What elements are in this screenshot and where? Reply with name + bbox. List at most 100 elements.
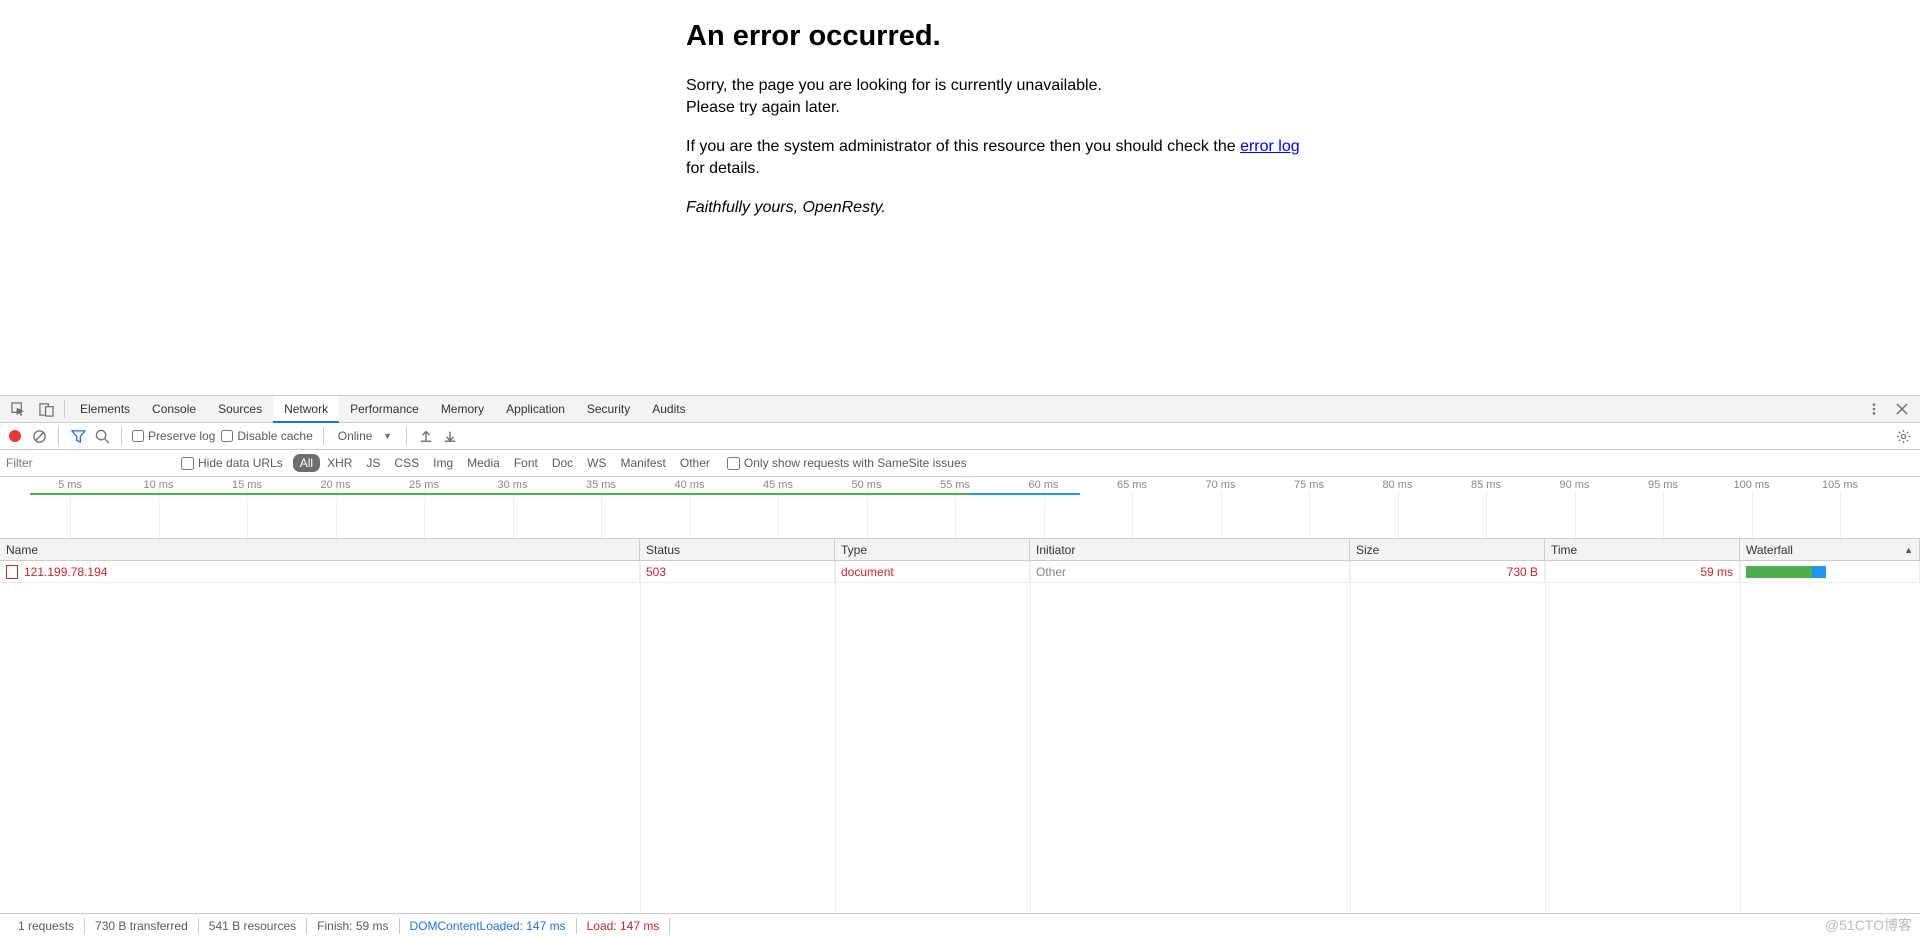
preserve-log-label: Preserve log [148, 429, 215, 443]
error-signoff: Faithfully yours, OpenResty. [686, 197, 1306, 219]
devtools-panel: ElementsConsoleSourcesNetworkPerformance… [0, 395, 1920, 937]
download-har-icon[interactable] [441, 427, 459, 445]
tab-application[interactable]: Application [495, 396, 576, 423]
status-load: Load: 147 ms [577, 918, 671, 934]
tab-memory[interactable]: Memory [430, 396, 495, 423]
col-header-name[interactable]: Name [0, 539, 640, 560]
error-paragraph-1: Sorry, the page you are looking for is c… [686, 75, 1306, 118]
filter-chip-css[interactable]: CSS [387, 454, 426, 472]
status-finish: Finish: 59 ms [307, 918, 399, 934]
status-domcontentloaded: DOMContentLoaded: 147 ms [400, 918, 577, 934]
filter-toggle-icon[interactable] [69, 427, 87, 445]
waterfall-segment-waiting [1746, 566, 1812, 578]
record-button[interactable] [6, 427, 24, 445]
timeline-tick-label: 20 ms [321, 479, 351, 491]
timeline-tick-label: 85 ms [1471, 479, 1501, 491]
error-p1-line2: Please try again later. [686, 99, 840, 116]
filter-chip-img[interactable]: Img [426, 454, 460, 472]
separator [121, 427, 122, 445]
col-header-time[interactable]: Time [1545, 539, 1740, 560]
search-icon[interactable] [93, 427, 111, 445]
disable-cache-input[interactable] [221, 430, 233, 442]
timeline-tick-label: 105 ms [1822, 479, 1858, 491]
timeline-tick-label: 35 ms [586, 479, 616, 491]
cell-initiator: Other [1030, 561, 1350, 582]
tab-performance[interactable]: Performance [339, 396, 430, 423]
hide-data-urls-checkbox[interactable]: Hide data URLs [181, 456, 283, 470]
network-status-bar: 1 requests 730 B transferred 541 B resou… [0, 913, 1920, 937]
filter-chip-ws[interactable]: WS [580, 454, 613, 472]
throttling-select[interactable]: Online ▼ [334, 429, 396, 443]
tab-network[interactable]: Network [273, 396, 339, 423]
samesite-checkbox[interactable]: Only show requests with SameSite issues [727, 456, 967, 470]
error-signoff-text: Faithfully yours, OpenResty. [686, 199, 886, 216]
close-devtools-icon[interactable] [1894, 401, 1910, 417]
cell-size: 730 B [1350, 561, 1545, 582]
timeline-tick-label: 65 ms [1117, 479, 1147, 491]
preserve-log-checkbox[interactable]: Preserve log [132, 429, 215, 443]
more-menu-icon[interactable] [1866, 401, 1882, 417]
status-requests: 1 requests [8, 918, 85, 934]
network-toolbar-filter: Hide data URLs AllXHRJSCSSImgMediaFontDo… [0, 450, 1920, 477]
tab-console[interactable]: Console [141, 396, 207, 423]
timeline-tick-label: 60 ms [1029, 479, 1059, 491]
cell-time: 59 ms [1545, 561, 1740, 582]
clear-button[interactable] [30, 427, 48, 445]
cell-type: document [835, 561, 1030, 582]
timeline-segment-blue [970, 493, 1080, 495]
timeline-segment-green [30, 493, 970, 495]
network-settings-icon[interactable] [1894, 427, 1912, 445]
network-overview-timeline[interactable]: 5 ms10 ms15 ms20 ms25 ms30 ms35 ms40 ms4… [0, 477, 1920, 539]
filter-input[interactable] [6, 453, 171, 473]
samesite-input[interactable] [727, 457, 740, 470]
timeline-tick-label: 55 ms [940, 479, 970, 491]
filter-chip-manifest[interactable]: Manifest [614, 454, 673, 472]
filter-chip-js[interactable]: JS [359, 454, 387, 472]
device-toolbar-icon[interactable] [38, 401, 54, 417]
timeline-tick-label: 45 ms [763, 479, 793, 491]
error-page-body: An error occurred. Sorry, the page you a… [686, 20, 1306, 219]
tab-audits[interactable]: Audits [641, 396, 696, 423]
table-row[interactable]: 121.199.78.194 503 document Other 730 B … [0, 561, 1920, 583]
devtools-tabstrip: ElementsConsoleSourcesNetworkPerformance… [0, 396, 1920, 423]
resource-type-filter-chips: AllXHRJSCSSImgMediaFontDocWSManifestOthe… [293, 454, 717, 472]
cell-name: 121.199.78.194 [0, 561, 640, 582]
preserve-log-input[interactable] [132, 430, 144, 442]
tab-elements[interactable]: Elements [69, 396, 141, 423]
error-log-link[interactable]: error log [1240, 138, 1300, 155]
col-header-waterfall[interactable]: Waterfall [1740, 539, 1920, 560]
tab-security[interactable]: Security [576, 396, 641, 423]
filter-chip-all[interactable]: All [293, 454, 320, 472]
network-table-header: Name Status Type Initiator Size Time Wat… [0, 539, 1920, 561]
timeline-lane [0, 493, 1920, 495]
filter-chip-xhr[interactable]: XHR [320, 454, 359, 472]
col-header-initiator[interactable]: Initiator [1030, 539, 1350, 560]
document-icon [6, 565, 18, 579]
timeline-tick-label: 30 ms [498, 479, 528, 491]
filter-chip-font[interactable]: Font [507, 454, 545, 472]
timeline-tick-label: 95 ms [1648, 479, 1678, 491]
hide-data-urls-input[interactable] [181, 457, 194, 470]
waterfall-bar [1746, 566, 1826, 578]
filter-chip-other[interactable]: Other [673, 454, 717, 472]
col-header-size[interactable]: Size [1350, 539, 1545, 560]
waterfall-segment-download [1812, 566, 1826, 578]
cell-status: 503 [640, 561, 835, 582]
timeline-tick-label: 100 ms [1733, 479, 1769, 491]
timeline-tick-label: 5 ms [58, 479, 82, 491]
cell-name-text: 121.199.78.194 [24, 565, 107, 579]
upload-har-icon[interactable] [417, 427, 435, 445]
tab-sources[interactable]: Sources [207, 396, 273, 423]
timeline-ruler: 5 ms10 ms15 ms20 ms25 ms30 ms35 ms40 ms4… [0, 477, 1920, 493]
inspect-element-icon[interactable] [10, 401, 26, 417]
col-header-type[interactable]: Type [835, 539, 1030, 560]
error-heading: An error occurred. [686, 20, 1306, 53]
col-header-status[interactable]: Status [640, 539, 835, 560]
samesite-label: Only show requests with SameSite issues [744, 456, 967, 470]
filter-chip-media[interactable]: Media [460, 454, 507, 472]
disable-cache-checkbox[interactable]: Disable cache [221, 429, 312, 443]
timeline-tick-label: 10 ms [144, 479, 174, 491]
filter-chip-doc[interactable]: Doc [545, 454, 580, 472]
throttling-value: Online [338, 429, 373, 443]
error-p2-prefix: If you are the system administrator of t… [686, 138, 1240, 155]
